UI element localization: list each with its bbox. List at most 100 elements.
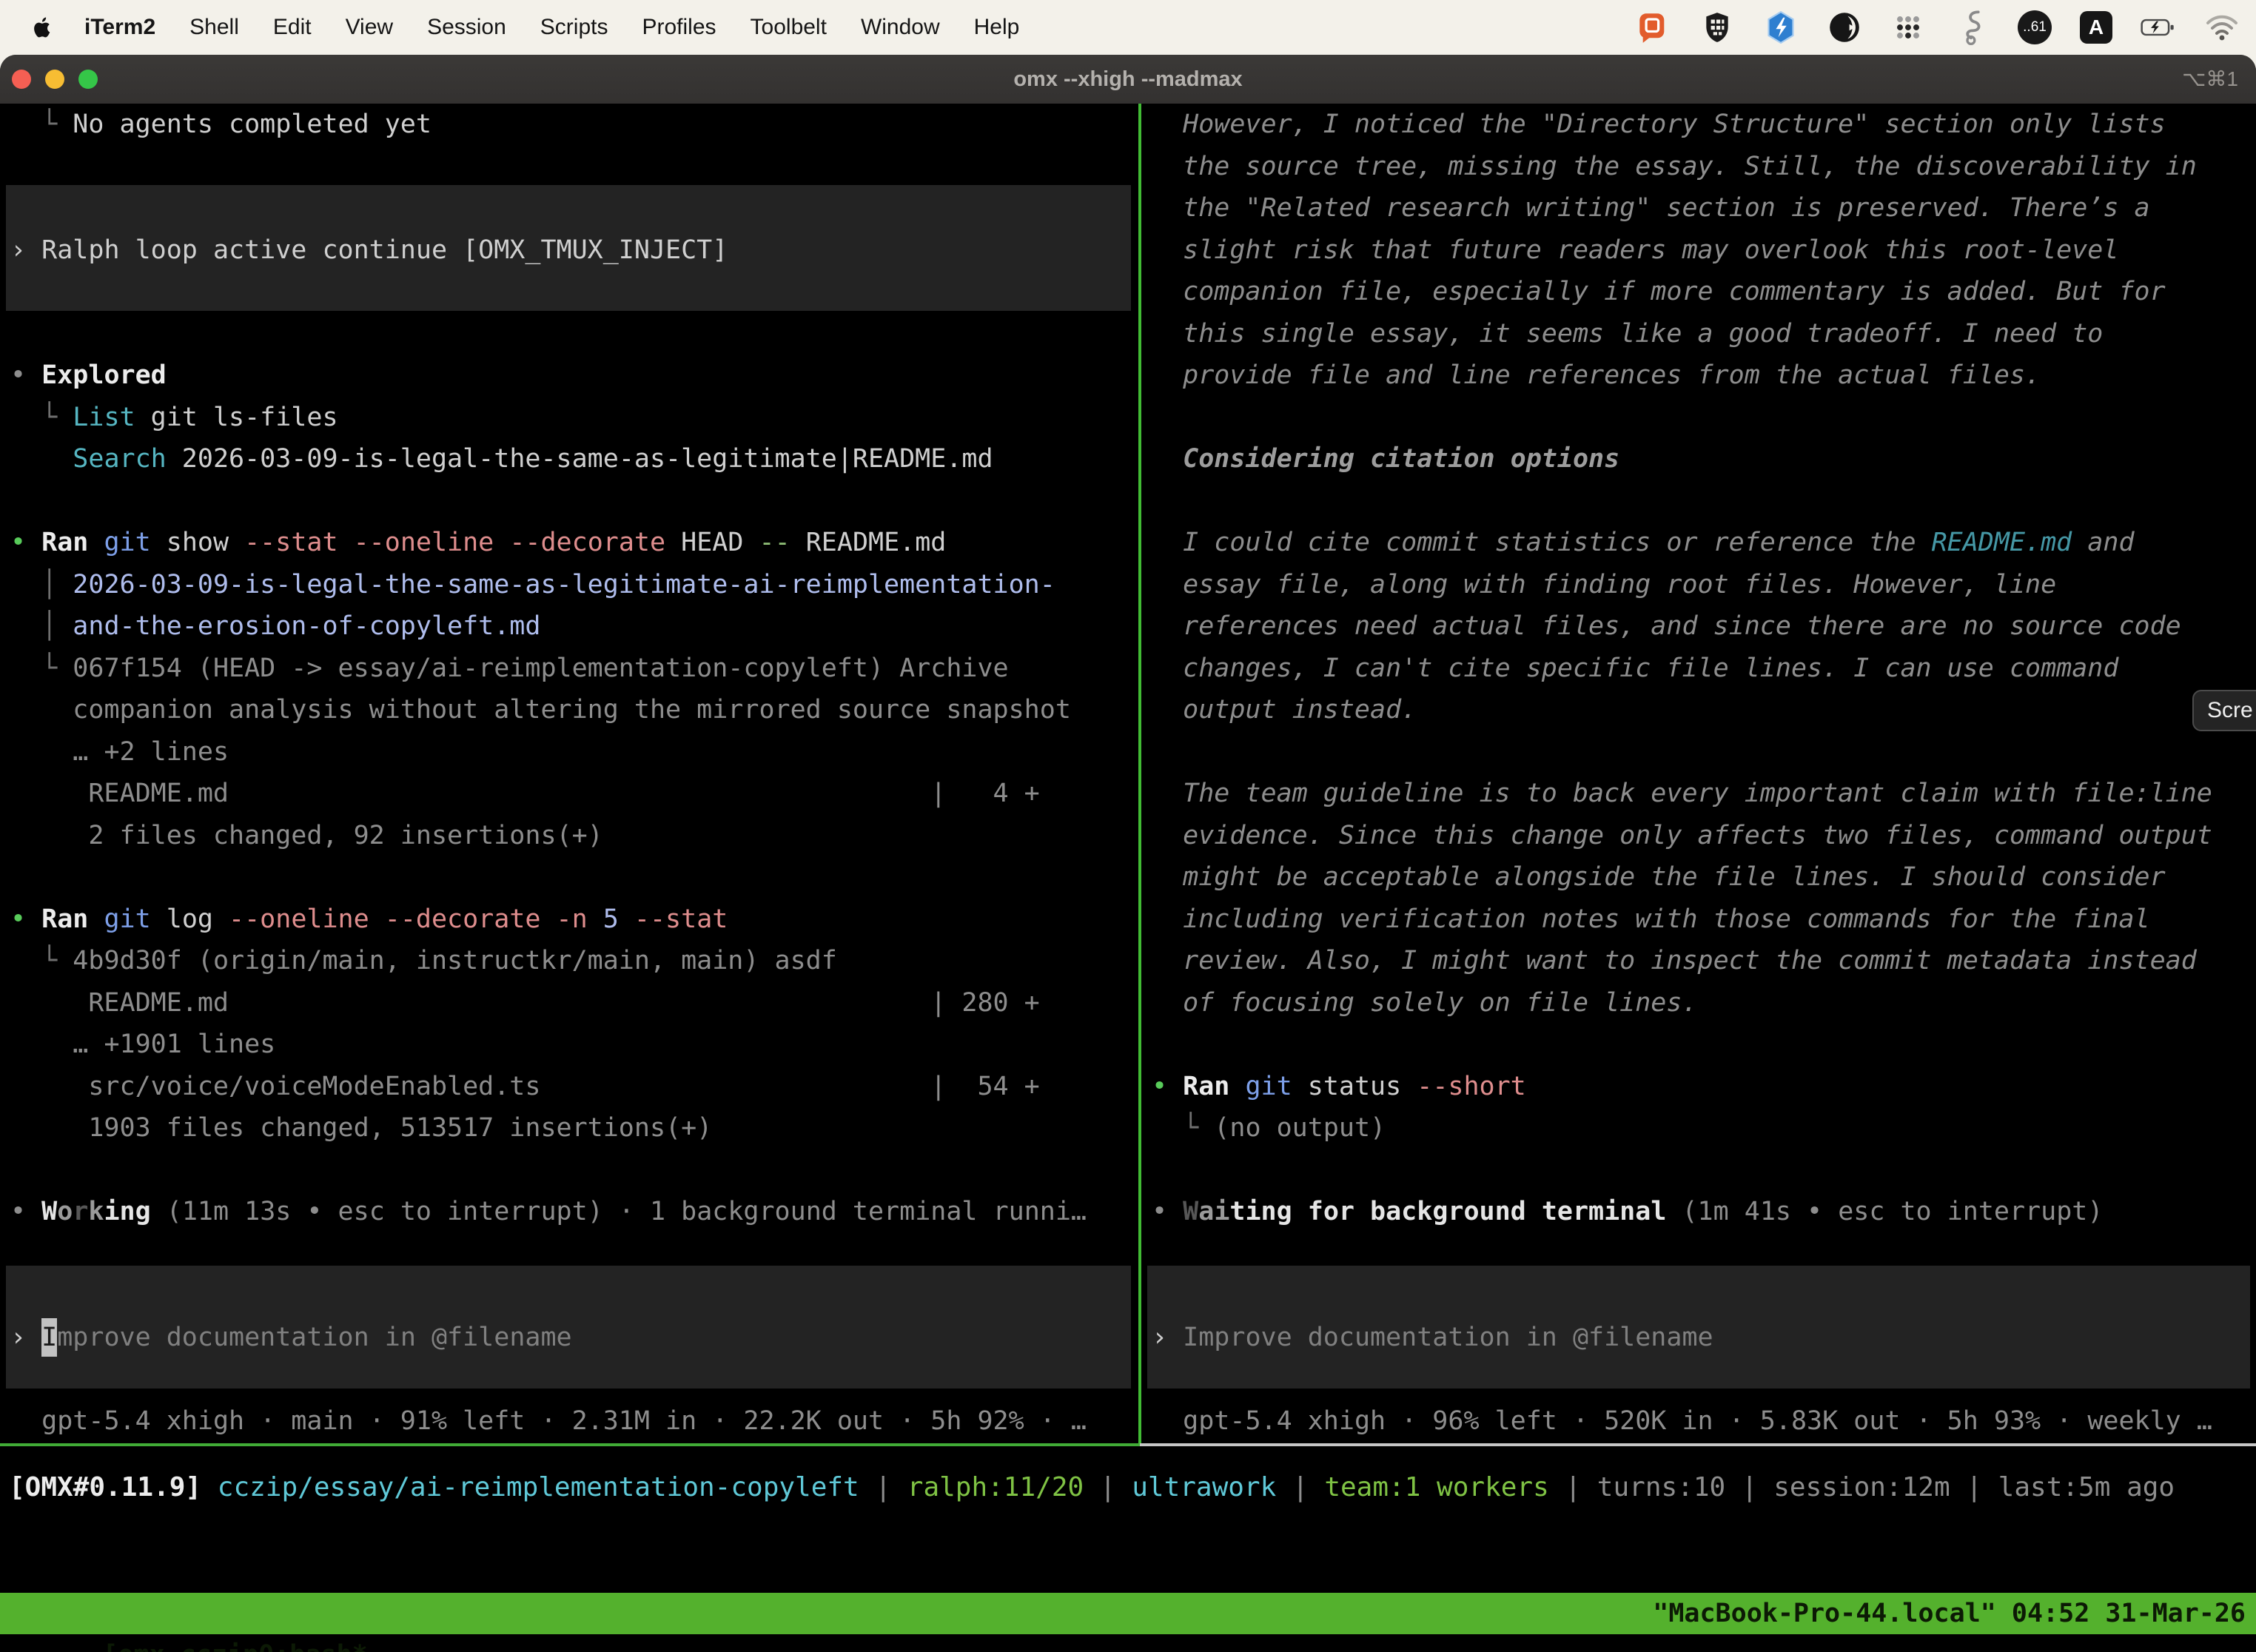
terminal-line (1152, 1024, 2256, 1066)
battery-charging-icon[interactable] (2141, 10, 2176, 45)
menu-item-toolbelt[interactable]: Toolbelt (751, 15, 827, 40)
terminal-line: essay file, along with finding root file… (1152, 564, 2256, 606)
badge-61-icon[interactable]: ..61 (2018, 10, 2052, 44)
menu-item-shell[interactable]: Shell (189, 15, 239, 40)
terminal-line: evidence. Since this change only affects… (1152, 815, 2256, 857)
terminal-line: src/voice/voiceModeEnabled.ts | 54 + (10, 1066, 1138, 1108)
menu-item-view[interactable]: View (346, 15, 393, 40)
terminal-line (1152, 1275, 2256, 1317)
desktop: iTerm2 Shell Edit View Session Scripts P… (0, 0, 2256, 1652)
tmux-status-bar: [omx-cczip0:bash* "MacBook-Pro-44.local"… (0, 1593, 2256, 1634)
terminal-line: └ (no output) (1152, 1107, 2256, 1149)
crescent-icon[interactable] (1827, 10, 1862, 45)
terminal-line (10, 856, 1138, 899)
terminal-line (1152, 1358, 2256, 1400)
terminal-line (10, 480, 1138, 523)
omx-status-bar: [OMX#0.11.9] cczip/essay/ai-reimplementa… (0, 1467, 2256, 1509)
terminal-line: › Improve documentation in @filename (10, 1317, 1138, 1359)
terminal-line (1152, 1233, 2256, 1275)
menu-item-edit[interactable]: Edit (273, 15, 312, 40)
terminal-window: omx --xhigh --madmax ⌥⌘1 └ No agents com… (0, 55, 2256, 1652)
terminal-line: Considering citation options (1152, 438, 2256, 480)
terminal-line: • Explored (10, 355, 1138, 397)
shield-grid-icon[interactable] (1699, 10, 1735, 45)
terminal-line (10, 1275, 1138, 1317)
menu-item-iterm2[interactable]: iTerm2 (84, 15, 155, 40)
terminal-line (10, 271, 1138, 313)
terminal-line: 2 files changed, 92 insertions(+) (10, 815, 1138, 857)
terminal-line: output instead. (1152, 689, 2256, 731)
terminal-line: The team guideline is to back every impo… (1152, 773, 2256, 815)
apple-menu-icon[interactable] (30, 13, 55, 42)
menu-item-help[interactable]: Help (974, 15, 1020, 40)
terminal-line: of focusing solely on file lines. (1152, 982, 2256, 1024)
terminal-line: companion file, especially if more comme… (1152, 271, 2256, 313)
menu-bar: iTerm2 Shell Edit View Session Scripts P… (0, 0, 2256, 55)
terminal-line (10, 1149, 1138, 1192)
terminal-line: However, I noticed the "Directory Struct… (1152, 104, 2256, 146)
terminal-line: └ 067f154 (HEAD -> essay/ai-reimplementa… (10, 648, 1138, 690)
terminal-line: │ 2026-03-09-is-legal-the-same-as-legiti… (10, 564, 1138, 606)
tmux-pane-left[interactable]: └ No agents completed yet › Ralph loop ac… (0, 104, 1138, 1443)
terminal-line: › Ralph loop active continue [OMX_TMUX_I… (10, 229, 1138, 272)
terminal-line (1152, 480, 2256, 523)
terminal-line: README.md | 280 + (10, 982, 1138, 1024)
terminal-line: │ and-the-erosion-of-copyleft.md (10, 605, 1138, 648)
terminal-line: review. Also, I might want to inspect th… (1152, 940, 2256, 982)
terminal-line (1152, 1149, 2256, 1192)
terminal-line: companion analysis without altering the … (10, 689, 1138, 731)
terminal-line: README.md | 4 + (10, 773, 1138, 815)
wifi-icon[interactable] (2204, 10, 2240, 45)
terminal-line: changes, I can't cite specific file line… (1152, 648, 2256, 690)
window-shortcut-badge: ⌥⌘1 (2182, 55, 2238, 104)
menu-item-window[interactable]: Window (861, 15, 940, 40)
menu-item-scripts[interactable]: Scripts (540, 15, 608, 40)
messages-icon[interactable] (1636, 10, 1671, 45)
menu-item-profiles[interactable]: Profiles (642, 15, 716, 40)
terminal-line (1152, 731, 2256, 773)
terminal-line (10, 187, 1138, 229)
terminal-line (10, 1233, 1138, 1275)
terminal-line: └ No agents completed yet (10, 104, 1138, 146)
terminal-line: gpt-5.4 xhigh · main · 91% left · 2.31M … (10, 1400, 1138, 1443)
squiggle-icon[interactable] (1954, 10, 1990, 45)
dots-grid-icon[interactable] (1890, 10, 1926, 45)
terminal-line: slight risk that future readers may over… (1152, 229, 2256, 272)
tmux-session-window-label[interactable]: [omx-cczip0:bash* (102, 1640, 367, 1652)
gem-bolt-icon[interactable] (1763, 10, 1799, 45)
terminal-line: [OMX#0.11.9] cczip/essay/ai-reimplementa… (9, 1467, 2256, 1509)
terminal-line: … +2 lines (10, 731, 1138, 773)
menu-status-icons: ..61 A (1636, 10, 2240, 45)
menu-item-session[interactable]: Session (427, 15, 506, 40)
window-title-bar[interactable]: omx --xhigh --madmax ⌥⌘1 (0, 55, 2256, 104)
terminal-output-right: However, I noticed the "Directory Struct… (1141, 104, 2256, 1442)
terminal-line: including verification notes with those … (1152, 899, 2256, 941)
terminal-line: └ 4b9d30f (origin/main, instructkr/main,… (10, 940, 1138, 982)
terminal-line: … +1901 lines (10, 1024, 1138, 1066)
terminal-line: this single essay, it seems like a good … (1152, 313, 2256, 355)
a-square-icon[interactable]: A (2080, 11, 2112, 44)
terminal-line: • Ran git log --oneline --decorate -n 5 … (10, 899, 1138, 941)
terminal-line (1152, 397, 2256, 439)
terminal-line: might be acceptable alongside the file l… (1152, 856, 2256, 899)
pane-bottom-border-inactive (1140, 1443, 2256, 1446)
terminal-line: references need actual files, and since … (1152, 605, 2256, 648)
tmux-host-clock: "MacBook-Pro-44.local" 04:52 31-Mar-26 (1653, 1593, 2246, 1634)
terminal-line: the source tree, missing the essay. Stil… (1152, 146, 2256, 188)
terminal-line: gpt-5.4 xhigh · 96% left · 520K in · 5.8… (1152, 1400, 2256, 1443)
terminal-line: › Improve documentation in @filename (1152, 1317, 2256, 1359)
apple-logo-glyph (30, 14, 52, 41)
terminal-line: • Waiting for background terminal (1m 41… (1152, 1191, 2256, 1233)
terminal-line (10, 146, 1138, 188)
menu-items: iTerm2 Shell Edit View Session Scripts P… (84, 15, 1019, 40)
terminal-line (10, 313, 1138, 355)
terminal-line: └ List git ls-files (10, 397, 1138, 439)
terminal-output-left: └ No agents completed yet › Ralph loop ac… (0, 104, 1138, 1442)
terminal-line (10, 1358, 1138, 1400)
terminal-line: provide file and line references from th… (1152, 355, 2256, 397)
terminal-line: Search 2026-03-09-is-legal-the-same-as-l… (10, 438, 1138, 480)
terminal-line: I could cite commit statistics or refere… (1152, 522, 2256, 564)
terminal-line: • Ran git show --stat --oneline --decora… (10, 522, 1138, 564)
terminal-line: • Ran git status --short (1152, 1066, 2256, 1108)
tmux-pane-right[interactable]: However, I noticed the "Directory Struct… (1141, 104, 2256, 1443)
